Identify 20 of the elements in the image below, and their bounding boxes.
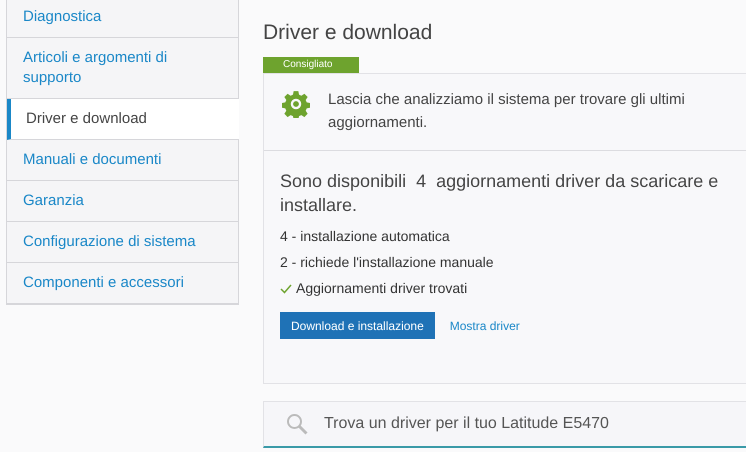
detail-text: 4 - installazione automatica <box>280 227 450 246</box>
sidebar-item[interactable]: Driver e download <box>7 99 239 140</box>
sidebar-item[interactable]: Manuali e documenti <box>7 140 238 181</box>
recommended-badge: Consigliato <box>263 57 359 73</box>
search-icon <box>286 413 308 435</box>
sidebar-item[interactable]: Componenti e accessori <box>7 263 238 304</box>
updates-heading: Sono disponibili 4 aggiornamenti driver da scaricare e installare. <box>280 170 720 217</box>
check-icon <box>280 284 292 294</box>
gear-icon <box>282 90 310 118</box>
sidebar-item[interactable]: Garanzia <box>7 181 238 222</box>
status-text: Aggiornamenti driver trovati <box>296 279 468 298</box>
detail-text: 2 - richiede l'installazione manuale <box>280 253 494 272</box>
download-install-button[interactable]: Download e installazione <box>280 312 435 339</box>
intro-text: Lascia che analizziamo il sistema per trovare gli ultimi aggiornamenti. <box>328 90 686 133</box>
sidebar-item[interactable]: Diagnostica <box>7 0 238 38</box>
sidebar-item[interactable]: Configurazione di sistema <box>7 222 238 263</box>
search-field[interactable]: Trova un driver per il tuo Latitude E5470 <box>263 401 746 448</box>
page-title: Driver e download <box>263 20 432 46</box>
driver-search-field[interactable]: Trova un driver per il tuo Latitude E5470 <box>324 412 746 436</box>
show-drivers-link[interactable]: Mostra driver <box>450 316 520 334</box>
